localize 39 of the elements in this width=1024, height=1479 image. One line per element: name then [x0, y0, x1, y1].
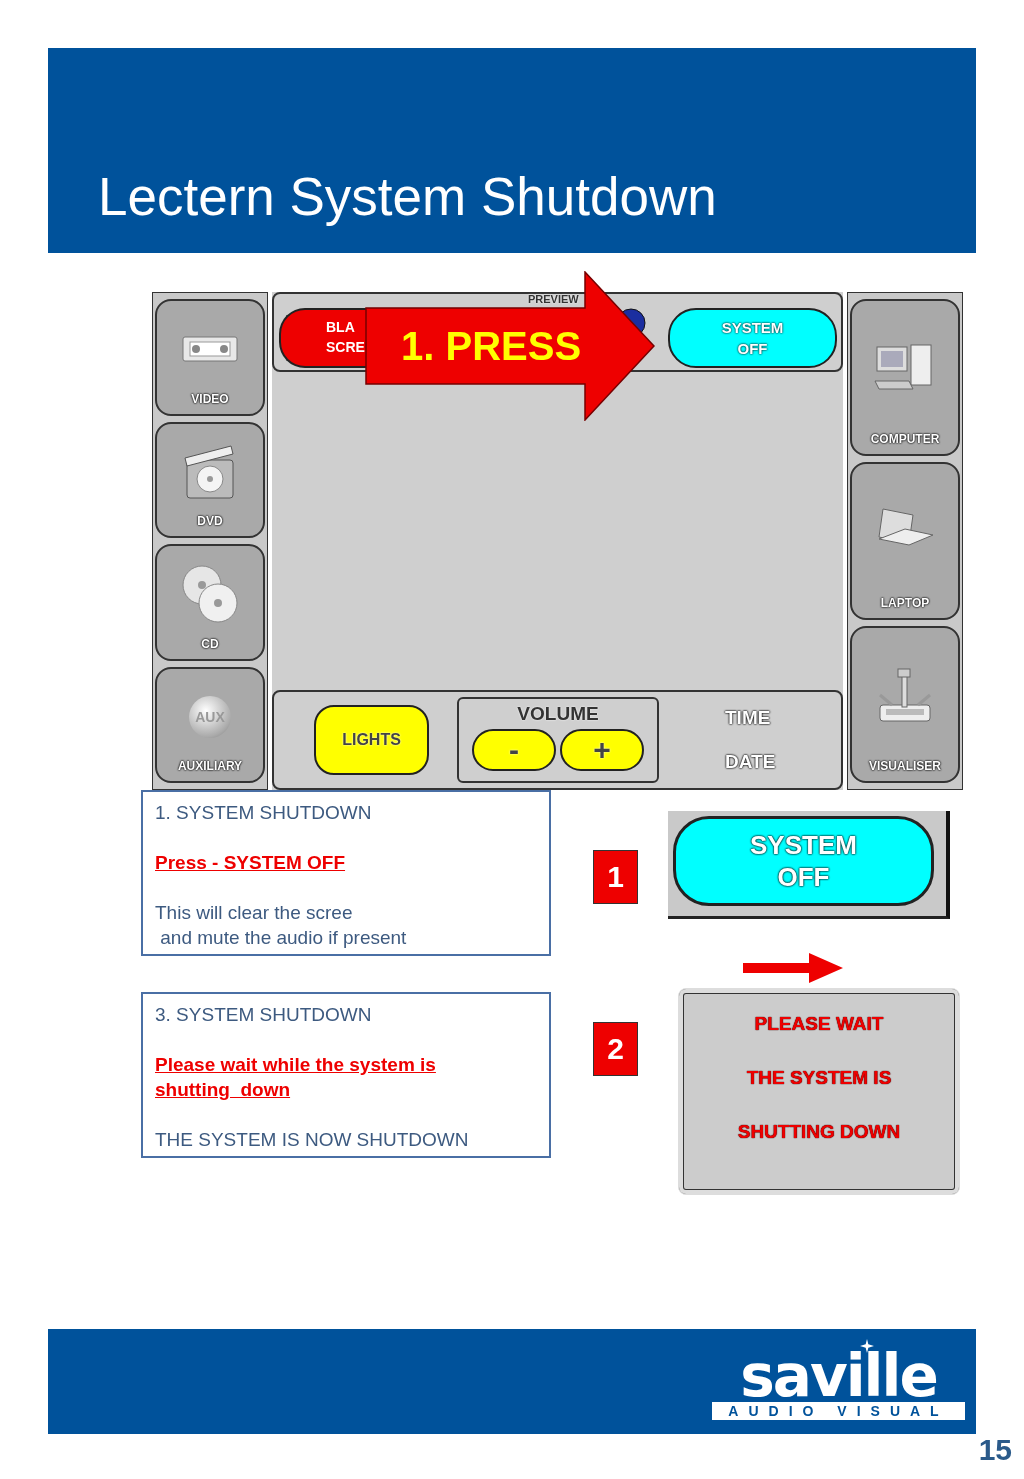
source-button[interactable]: VIDEO	[155, 299, 265, 416]
volume-down-button[interactable]: -	[472, 729, 556, 771]
source-button[interactable]: COMPUTER	[850, 299, 960, 457]
source-label: COMPUTER	[870, 432, 940, 447]
source-button[interactable]: LAPTOP	[850, 462, 960, 620]
source-label: CD	[201, 636, 219, 651]
callout-label: 1. PRESS	[401, 323, 582, 369]
step-action: Press - SYSTEM OFF	[155, 851, 347, 875]
volume-up-button[interactable]: +	[560, 729, 644, 771]
time-label: TIME	[725, 707, 772, 729]
logo-wordmark: saville	[740, 1353, 937, 1399]
wait-message: PLEASE WAIT	[754, 1012, 884, 1036]
source-label: VIDEO	[191, 391, 229, 406]
preview-label: PREVIEW	[528, 293, 579, 306]
page-title: Lectern System Shutdown	[98, 167, 717, 227]
aux-button-icon: AUX	[189, 695, 231, 738]
source-button[interactable]: CD	[155, 544, 265, 661]
source-label: DVD	[197, 514, 223, 528]
step-action: Please wait while the system is shutting down	[155, 1053, 437, 1102]
step-heading: 3. SYSTEM SHUTDOWN	[155, 1003, 373, 1027]
system-off-button[interactable]: SYSTEM OFF	[673, 816, 934, 906]
step-number: 2	[593, 1022, 638, 1076]
page-number: 15	[978, 1433, 1012, 1467]
blank-screen-button[interactable]: BLA SCRE	[279, 308, 366, 368]
source-button[interactable]: VISUALISER	[850, 625, 960, 783]
wait-message: SHUTTING DOWN	[737, 1120, 901, 1144]
lights-button[interactable]: LIGHTS	[314, 705, 429, 775]
wait-message: THE SYSTEM IS	[746, 1066, 892, 1090]
volume-label: VOLUME	[517, 703, 599, 725]
date-label: DATE	[725, 751, 776, 773]
source-label: VISUALISER	[869, 759, 941, 773]
step-heading: 1. SYSTEM SHUTDOWN	[155, 801, 373, 825]
logo-tagline: AUDIO VISUAL	[712, 1402, 965, 1420]
source-button[interactable]: DVD	[155, 421, 265, 538]
step-description: This will clear the scree and mute the audio if present	[155, 901, 408, 950]
source-label: LAPTOP	[880, 595, 930, 610]
step-description: THE SYSTEM IS NOW SHUTDOWN	[155, 1128, 470, 1152]
step-number: 1	[593, 850, 638, 904]
system-off-button[interactable]: SYSTEM OFF	[668, 308, 837, 368]
